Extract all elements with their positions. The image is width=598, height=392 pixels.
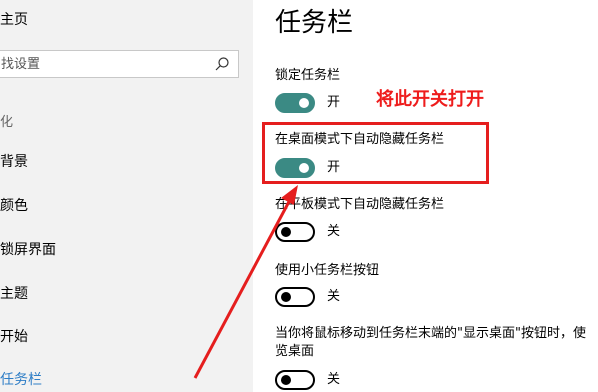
sidebar-item-background[interactable]: 背景 xyxy=(0,152,28,172)
setting-label-lock-taskbar: 锁定任务栏 xyxy=(275,68,341,83)
toggle-peek-desktop[interactable] xyxy=(275,370,315,390)
toggle-state-text: 关 xyxy=(327,224,341,239)
toggle-state-text: 关 xyxy=(327,289,341,304)
main-panel: 任务栏 锁定任务栏 开 在桌面模式下自动隐藏任务栏 开 在平板模式下自动隐藏任务… xyxy=(253,0,598,392)
toggle-lock-taskbar[interactable] xyxy=(275,93,315,113)
sidebar-item-colors[interactable]: 颜色 xyxy=(0,196,28,216)
setting-label-small-buttons: 使用小任务栏按钮 xyxy=(275,263,380,278)
annotation-callout-text: 将此开关打开 xyxy=(376,89,484,110)
settings-search-box[interactable] xyxy=(0,50,239,78)
search-icon[interactable] xyxy=(214,56,230,72)
page-title: 任务栏 xyxy=(275,8,354,38)
setting-label-autohide-tablet: 在平板模式下自动隐藏任务栏 xyxy=(275,197,445,212)
sidebar-item-start[interactable]: 开始 xyxy=(0,327,28,347)
sidebar-item-themes[interactable]: 主题 xyxy=(0,284,28,304)
toggle-knob xyxy=(281,375,291,385)
toggle-autohide-tablet[interactable] xyxy=(275,222,315,242)
section-heading-personalization: 化 xyxy=(0,115,14,130)
setting-label-peek-line1: 当你将鼠标移动到任务栏末端的"显示桌面"按钮时，使 xyxy=(275,326,586,341)
sidebar-item-lock-screen[interactable]: 锁屏界面 xyxy=(0,240,56,260)
toggle-knob xyxy=(299,98,309,108)
toggle-small-buttons[interactable] xyxy=(275,287,315,307)
search-input[interactable] xyxy=(0,51,206,77)
nav-home[interactable]: 主页 xyxy=(0,9,28,31)
setting-label-peek-line2: 览桌面 xyxy=(275,344,315,359)
toggle-knob xyxy=(281,292,291,302)
annotation-highlight-box xyxy=(262,122,489,184)
sidebar-item-taskbar[interactable]: 任务栏 xyxy=(0,370,42,390)
toggle-knob xyxy=(281,227,291,237)
toggle-state-text: 开 xyxy=(327,95,341,110)
toggle-state-text: 关 xyxy=(327,372,341,387)
sidebar: 主页 化 背景 颜色 锁屏界面 主题 开始 任务栏 xyxy=(0,0,253,392)
